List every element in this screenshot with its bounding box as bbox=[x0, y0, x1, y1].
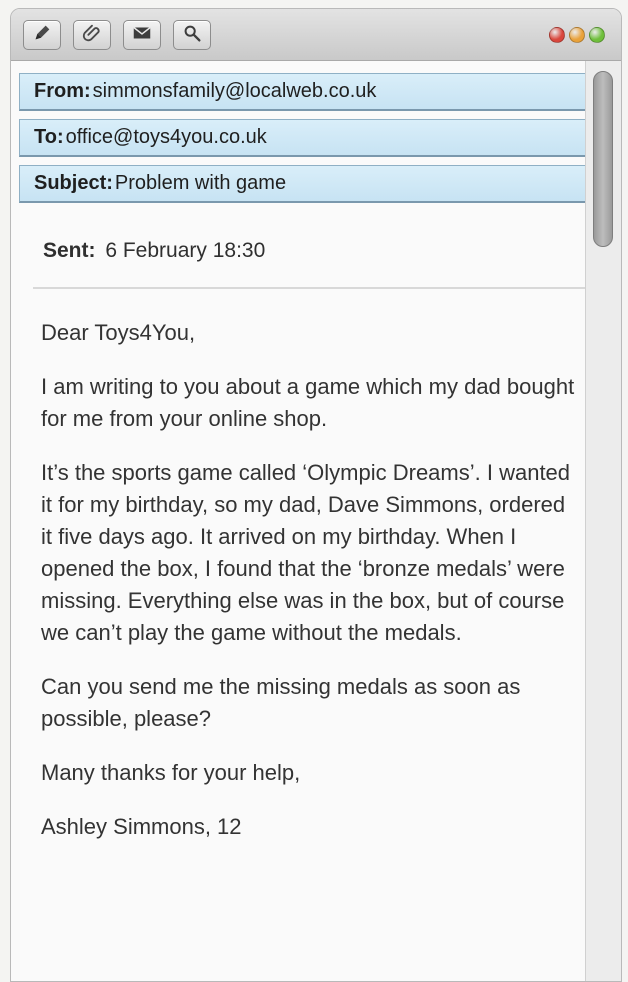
scrollbar-thumb[interactable] bbox=[593, 71, 613, 247]
greeting: Dear Toys4You, bbox=[41, 320, 196, 345]
to-field: To: office@toys4you.co.uk bbox=[19, 119, 587, 157]
paragraph: I am writing to you about a game which m… bbox=[41, 374, 575, 431]
signature: Ashley Simmons, 12 bbox=[41, 814, 242, 839]
toolbar bbox=[11, 9, 621, 61]
window-controls bbox=[549, 27, 605, 43]
minimize-window-button[interactable] bbox=[569, 27, 585, 43]
sent-line: Sent: 6 February 18:30 bbox=[43, 239, 265, 263]
envelope-icon bbox=[131, 22, 153, 49]
paperclip-icon bbox=[81, 22, 103, 49]
vertical-scrollbar[interactable] bbox=[585, 61, 621, 981]
magnifier-icon bbox=[181, 22, 203, 49]
mail-button[interactable] bbox=[123, 20, 161, 50]
zoom-window-button[interactable] bbox=[589, 27, 605, 43]
subject-field: Subject: Problem with game bbox=[19, 165, 587, 203]
closing: Many thanks for your help, bbox=[41, 760, 301, 785]
paragraph: Can you send me the missing medals as so… bbox=[41, 674, 521, 731]
message-body: Dear Toys4You, I am writing to you about… bbox=[41, 317, 581, 865]
from-field: From: simmonsfamily@localweb.co.uk bbox=[19, 73, 587, 111]
to-label: To: bbox=[34, 126, 64, 148]
pencil-icon bbox=[31, 22, 53, 49]
to-value[interactable]: office@toys4you.co.uk bbox=[66, 126, 267, 149]
sent-value: 6 February 18:30 bbox=[105, 239, 266, 262]
message-pane: From: simmonsfamily@localweb.co.uk To: o… bbox=[11, 61, 589, 981]
from-value[interactable]: simmonsfamily@localweb.co.uk bbox=[93, 80, 377, 103]
divider bbox=[33, 287, 589, 289]
attach-button[interactable] bbox=[73, 20, 111, 50]
compose-button[interactable] bbox=[23, 20, 61, 50]
from-label: From: bbox=[34, 80, 91, 102]
subject-label: Subject: bbox=[34, 172, 113, 194]
subject-value: Problem with game bbox=[114, 172, 287, 194]
sent-label: Sent: bbox=[43, 239, 96, 262]
paragraph: It’s the sports game called ‘Olympic Dre… bbox=[41, 460, 571, 645]
search-button[interactable] bbox=[173, 20, 211, 50]
email-window: From: simmonsfamily@localweb.co.uk To: o… bbox=[10, 8, 622, 982]
close-window-button[interactable] bbox=[549, 27, 565, 43]
